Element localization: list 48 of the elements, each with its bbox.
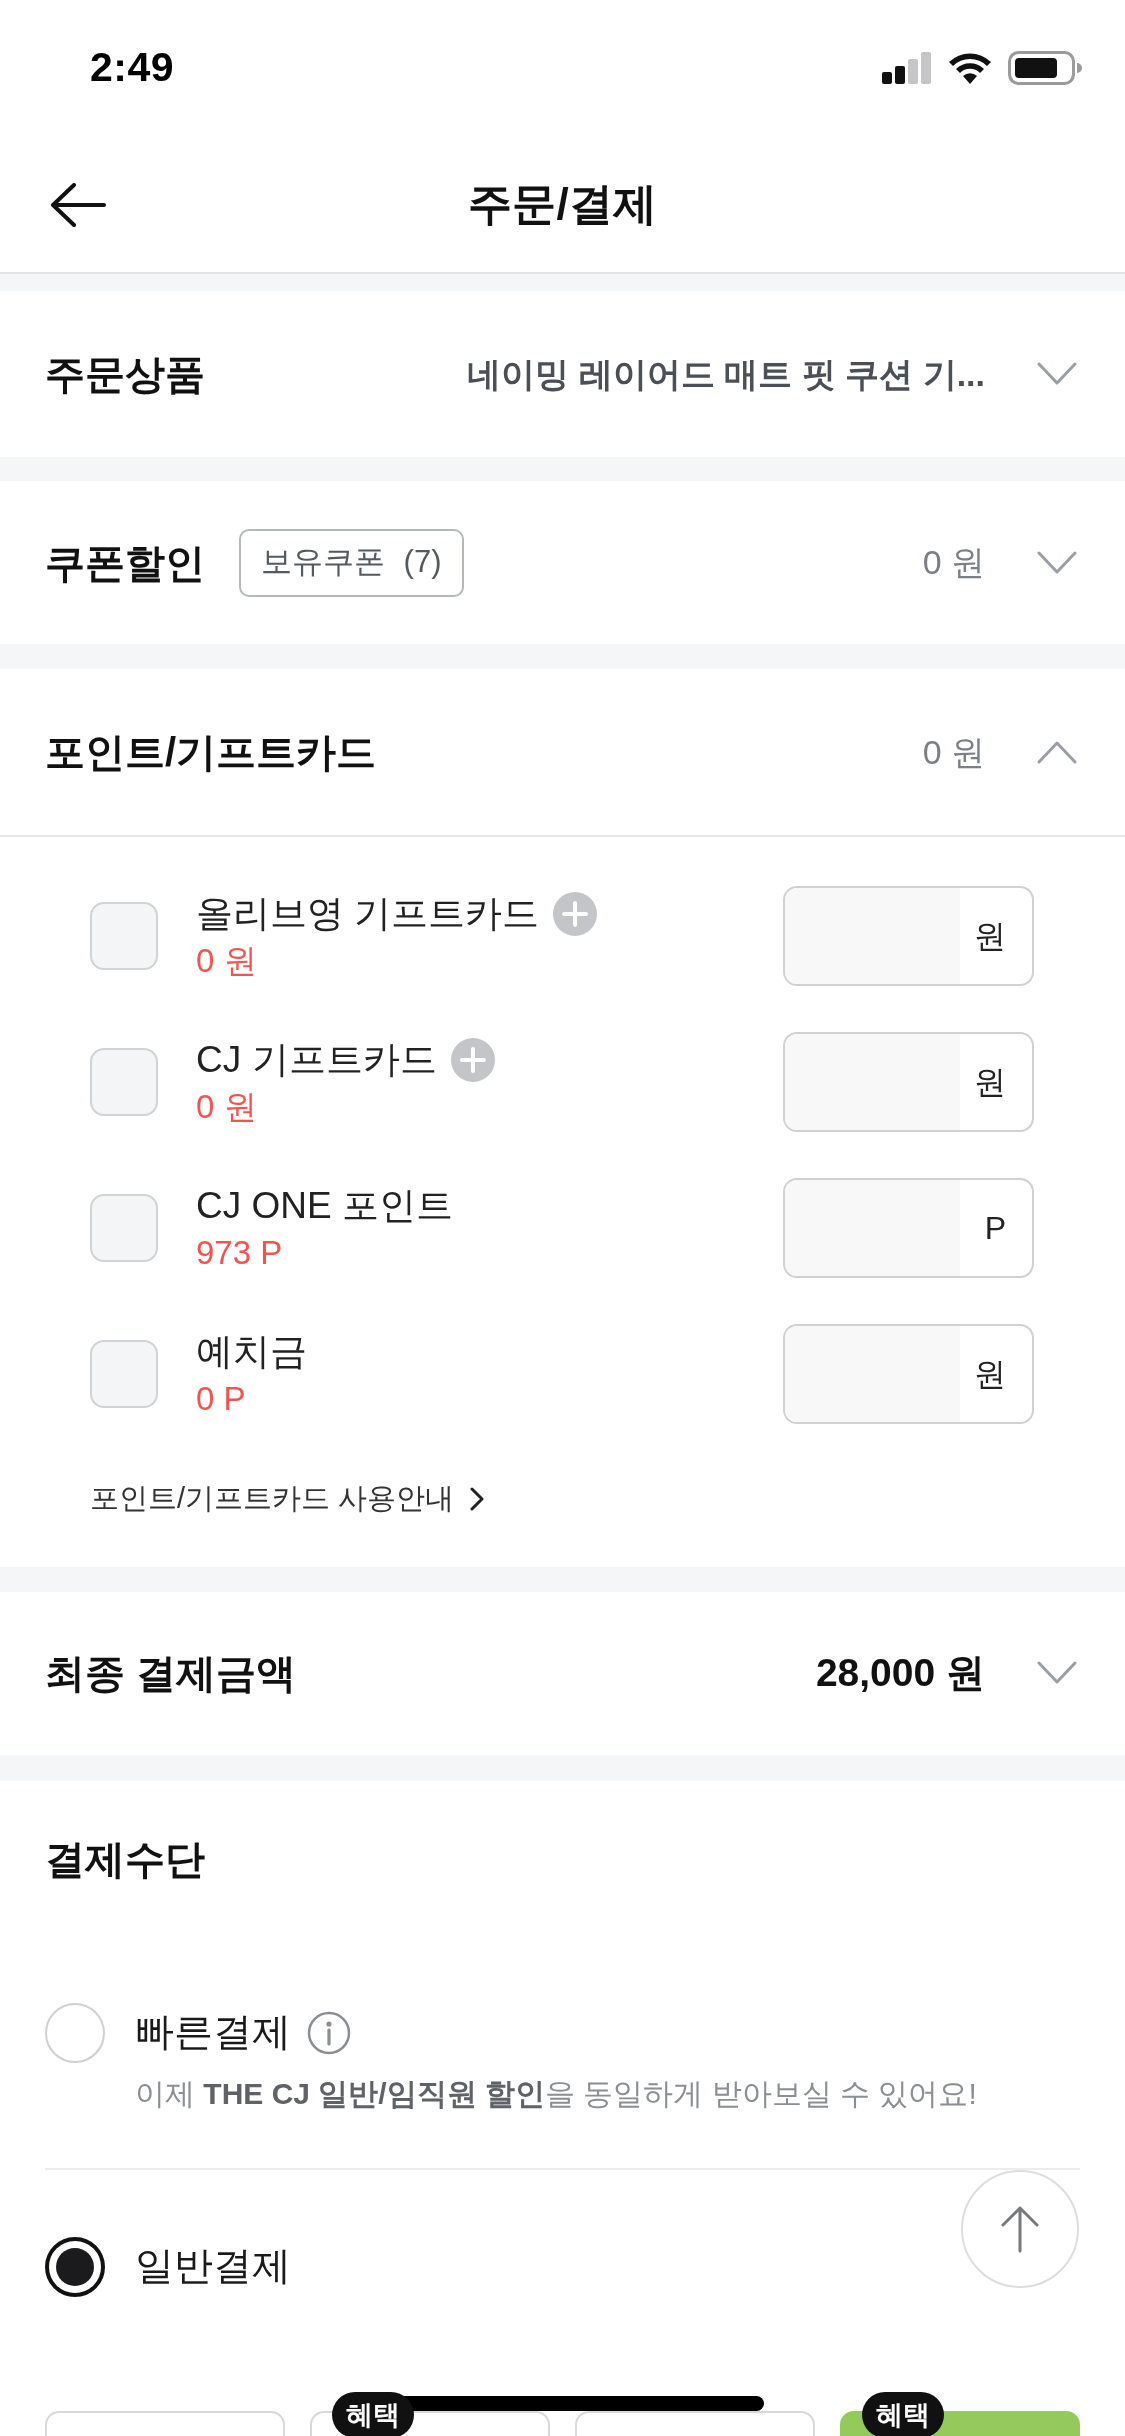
signal-icon <box>882 52 932 84</box>
available-balance: 0 P <box>196 1379 247 1419</box>
section-title: 최종 결제금액 <box>45 1650 297 1697</box>
info-icon[interactable] <box>307 2010 351 2055</box>
benefit-badge: 혜택 <box>862 2391 944 2436</box>
points-amount: 0 원 <box>922 731 985 773</box>
wifi-icon <box>947 51 993 85</box>
chevron-up-icon[interactable] <box>1037 739 1077 765</box>
section-title: 주문상품 <box>45 351 205 398</box>
payment-source-label: CJ 기프트카드 <box>196 1038 437 1082</box>
arrow-up-icon <box>1000 2205 1040 2253</box>
section-title: 결제수단 <box>45 1835 206 1883</box>
page-title: 주문/결제 <box>468 178 657 230</box>
payment-option-label: 일반결제 <box>135 2243 291 2290</box>
chevron-down-icon[interactable] <box>1037 1660 1077 1686</box>
section-title: 포인트/기프트카드 <box>45 729 377 776</box>
radio-button[interactable] <box>45 2236 105 2297</box>
benefit-badge: 혜택 <box>332 2391 414 2436</box>
available-balance: 973 P <box>196 1233 284 1273</box>
checkbox[interactable] <box>90 902 158 970</box>
chevron-down-icon[interactable] <box>1037 549 1077 576</box>
payment-source-label: CJ ONE 포인트 <box>196 1184 453 1228</box>
owned-coupons-button[interactable]: 보유쿠폰 (7) <box>239 528 464 597</box>
payment-option-description: 이제 THE CJ 일반/임직원 할인을 동일하게 받아보실 수 있어요! <box>135 2075 977 2112</box>
product-summary: 네이밍 레이어드 매트 핏 쿠션 기... <box>467 353 985 395</box>
payment-option-label: 빠른결제 <box>135 2009 291 2056</box>
available-balance: 0 원 <box>196 1087 258 1127</box>
chevron-right-icon <box>470 1486 485 1511</box>
amount-field[interactable]: 원 <box>783 1032 1034 1132</box>
status-time: 2:49 <box>90 43 175 93</box>
add-icon[interactable] <box>450 1038 495 1082</box>
chevron-down-icon[interactable] <box>1037 361 1077 387</box>
checkbox[interactable] <box>90 1340 158 1408</box>
usage-guide-link[interactable]: 포인트/기프트카드 사용안내 <box>90 1477 485 1521</box>
available-balance: 0 원 <box>196 941 258 981</box>
add-icon[interactable] <box>553 892 598 936</box>
back-arrow-icon <box>50 183 106 227</box>
amount-field[interactable]: 원 <box>783 886 1034 986</box>
final-amount: 28,000 원 <box>815 1649 985 1696</box>
amount-field[interactable]: 원 <box>783 1324 1034 1424</box>
payment-source-label: 올리브영 기프트카드 <box>196 892 540 936</box>
checkbox[interactable] <box>90 1194 158 1262</box>
amount-field[interactable]: P <box>783 1178 1034 1278</box>
section-title: 쿠폰할인 <box>45 539 205 587</box>
checkbox[interactable] <box>90 1048 158 1116</box>
battery-icon <box>1008 51 1082 85</box>
discount-amount: 0 원 <box>922 542 985 583</box>
payment-source-label: 예치금 <box>196 1330 307 1374</box>
